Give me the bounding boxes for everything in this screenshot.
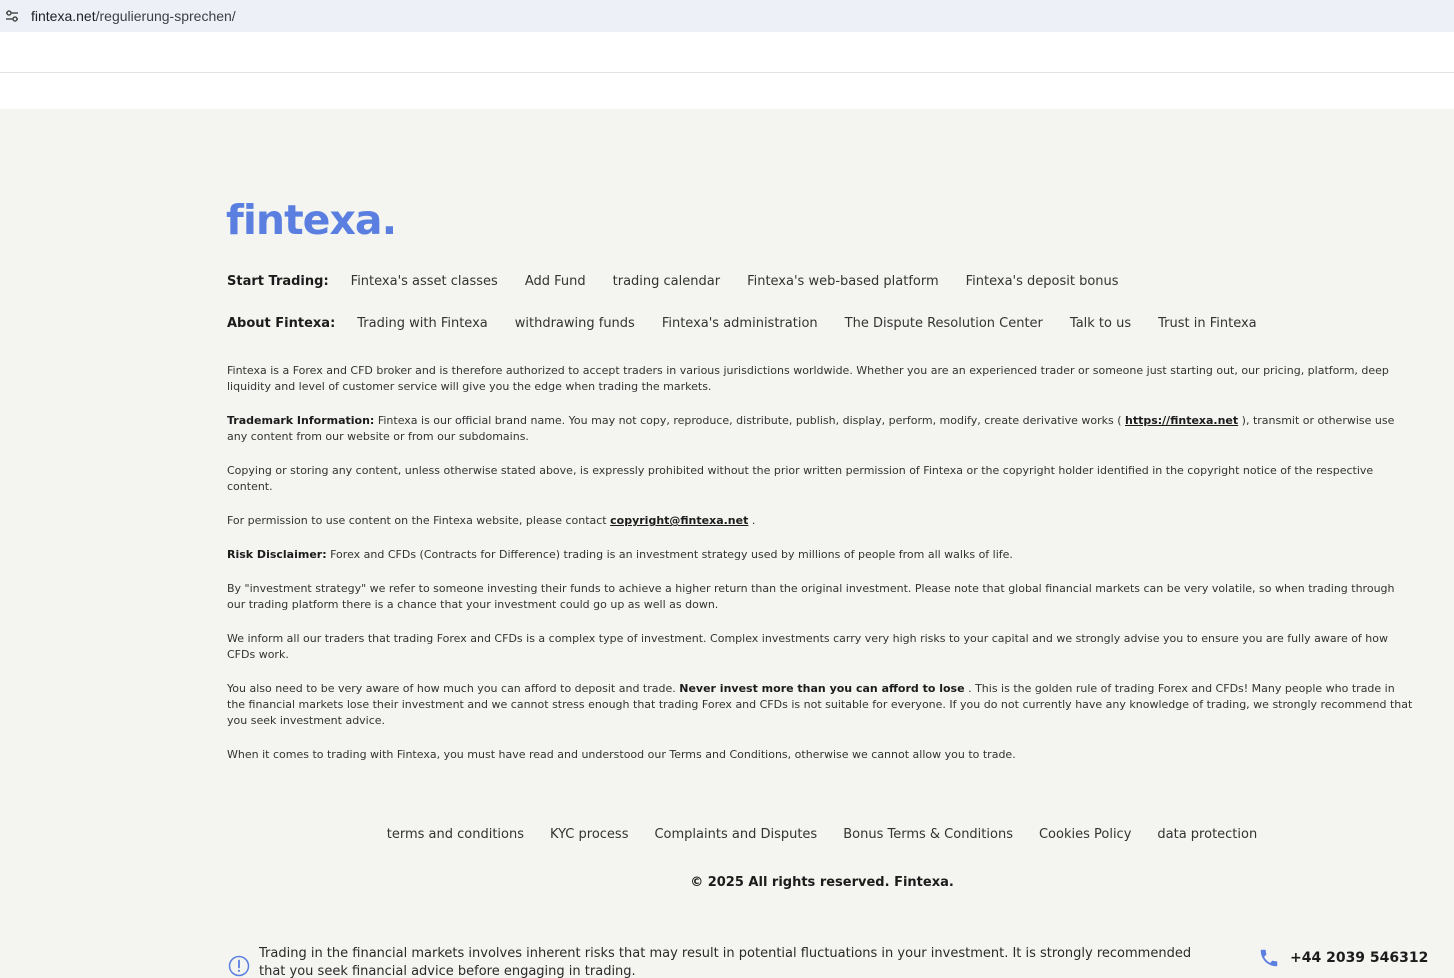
risk-warning-text: Trading in the financial markets involve… — [259, 946, 1192, 978]
copyright-notice: © 2025 All rights reserved. Fintexa. — [690, 875, 954, 890]
copying-notice: Copying or storing any content, unless o… — [227, 464, 1374, 493]
permission-notice: For permission to use content on the Fin… — [227, 513, 1415, 529]
nav-link-add-fund[interactable]: Add Fund — [525, 274, 586, 289]
risk-disclaimer-label: Risk Disclaimer: — [227, 548, 327, 561]
risk-warning-bar: Trading in the financial markets involve… — [228, 945, 1428, 978]
browser-url-bar[interactable]: fintexa.net/regulierung-sprechen/ — [0, 0, 1454, 32]
phone-icon — [1258, 947, 1280, 969]
risk-disclaimer-text: Forex and CFDs (Contracts for Difference… — [326, 548, 1013, 561]
legal-text-block: Fintexa is a Forex and CFD broker and is… — [227, 363, 1415, 781]
page-header-area — [0, 32, 1454, 109]
terms-note: When it comes to trading with Fintexa, y… — [227, 748, 1016, 761]
about-fintexa-label: About Fintexa: — [227, 316, 336, 331]
nav-link-trust[interactable]: Trust in Fintexa — [1158, 316, 1257, 331]
url-text[interactable]: fintexa.net/regulierung-sprechen/ — [31, 8, 236, 24]
afford-note: You also need to be very aware of how mu… — [227, 681, 1415, 729]
fintexa-site-link[interactable]: https://fintexa.net — [1125, 414, 1238, 427]
legal-intro: Fintexa is a Forex and CFD broker and is… — [227, 364, 1389, 393]
footer-link-data-protection[interactable]: data protection — [1157, 827, 1257, 842]
investment-strategy-note: By "investment strategy" we refer to som… — [227, 582, 1395, 611]
nav-link-asset-classes[interactable]: Fintexa's asset classes — [351, 274, 498, 289]
phone-number[interactable]: +44 2039 546312 — [1290, 950, 1428, 966]
footer-link-complaints[interactable]: Complaints and Disputes — [654, 827, 817, 842]
nav-link-withdrawing-funds[interactable]: withdrawing funds — [515, 316, 635, 331]
phone-contact[interactable]: +44 2039 546312 — [1258, 947, 1428, 969]
nav-link-trading-calendar[interactable]: trading calendar — [613, 274, 720, 289]
fintexa-logo[interactable]: fintexa. — [226, 193, 397, 244]
start-trading-nav: Start Trading: Fintexa's asset classes A… — [227, 274, 1146, 289]
nav-link-dispute-center[interactable]: The Dispute Resolution Center — [845, 316, 1043, 331]
alert-circle-icon — [228, 955, 250, 977]
logo-text: fintexa. — [226, 196, 397, 244]
trademark-info: Trademark Information: Fintexa is our of… — [227, 413, 1415, 445]
footer-link-bonus-terms[interactable]: Bonus Terms & Conditions — [843, 827, 1013, 842]
permission-text-b: . — [748, 514, 756, 527]
trademark-text-a: Fintexa is our official brand name. You … — [374, 414, 1125, 427]
nav-link-deposit-bonus[interactable]: Fintexa's deposit bonus — [966, 274, 1119, 289]
complexity-note: We inform all our traders that trading F… — [227, 632, 1388, 661]
nav-link-trading-with-fintexa[interactable]: Trading with Fintexa — [357, 316, 487, 331]
header-divider — [0, 72, 1454, 73]
start-trading-label: Start Trading: — [227, 274, 329, 289]
afford-bold: Never invest more than you can afford to… — [679, 682, 965, 695]
nav-link-web-platform[interactable]: Fintexa's web-based platform — [747, 274, 939, 289]
url-path: /regulierung-sprechen/ — [95, 8, 236, 24]
risk-disclaimer: Risk Disclaimer: Forex and CFDs (Contrac… — [227, 547, 1415, 563]
nav-link-administration[interactable]: Fintexa's administration — [662, 316, 818, 331]
footer-link-terms[interactable]: terms and conditions — [387, 827, 524, 842]
nav-link-talk-to-us[interactable]: Talk to us — [1070, 316, 1131, 331]
about-fintexa-nav: About Fintexa: Trading with Fintexa with… — [227, 316, 1284, 331]
footer-bottom-links: terms and conditions KYC process Complai… — [0, 827, 1454, 842]
site-footer: fintexa. Start Trading: Fintexa's asset … — [0, 109, 1454, 978]
url-host: fintexa.net — [31, 8, 96, 24]
permission-text-a: For permission to use content on the Fin… — [227, 514, 611, 527]
afford-text-a: You also need to be very aware of how mu… — [227, 682, 680, 695]
footer-link-kyc[interactable]: KYC process — [550, 827, 628, 842]
footer-link-cookies[interactable]: Cookies Policy — [1039, 827, 1131, 842]
trademark-label: Trademark Information: — [227, 414, 375, 427]
copyright-email-link[interactable]: copyright@fintexa.net — [610, 514, 748, 527]
site-settings-icon[interactable] — [5, 9, 19, 23]
